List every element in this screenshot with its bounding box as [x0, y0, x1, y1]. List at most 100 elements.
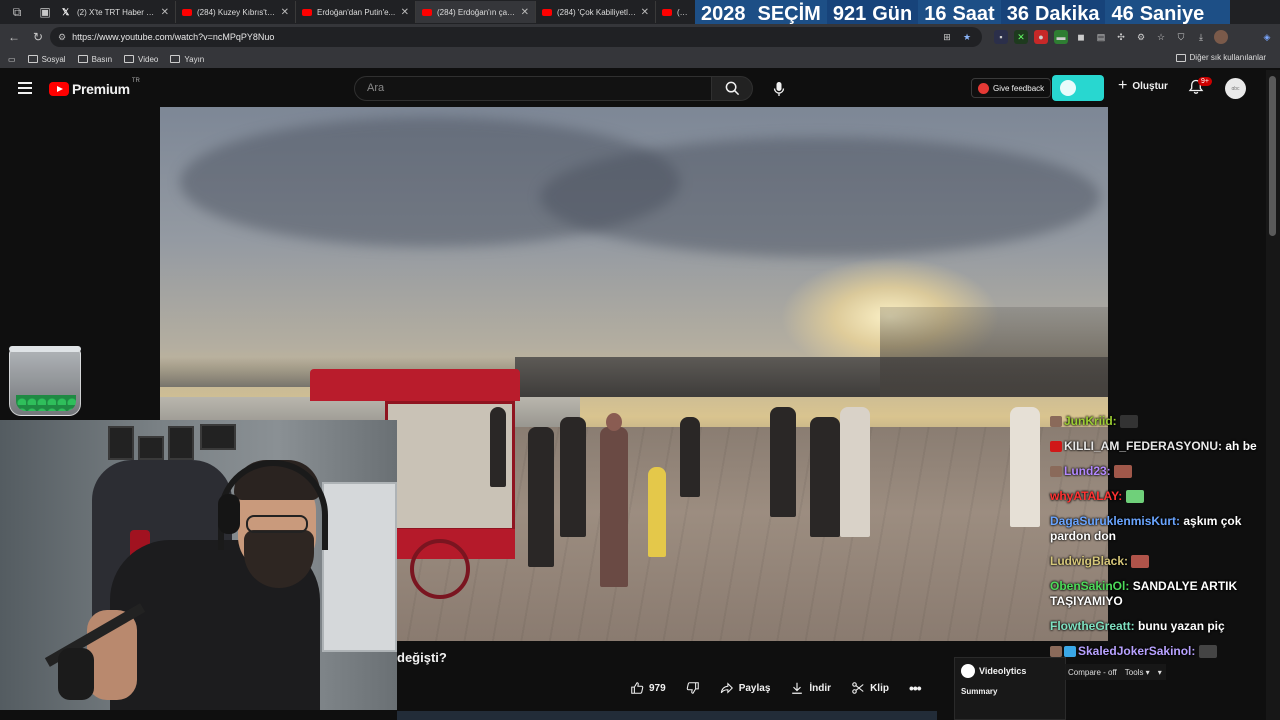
chat-emote-icon: [1120, 415, 1139, 429]
create-button[interactable]: + Oluştur: [1118, 77, 1168, 94]
workspaces-icon[interactable]: ⧉: [6, 1, 28, 23]
wall-picture-frame: [200, 424, 236, 450]
chat-message: LudwigBlack:: [1050, 554, 1270, 569]
hamburger-menu-icon[interactable]: [18, 82, 32, 94]
browser-tab[interactable]: (284) 'Çok Kabiliyetli B ✕: [536, 1, 656, 23]
bookmark-star-icon[interactable]: ★: [960, 30, 974, 44]
notification-count-badge: 9+: [1198, 77, 1212, 86]
video-scene-person: [600, 427, 628, 587]
video-scene-cloud: [540, 137, 1100, 257]
bookmark-folder[interactable]: Yayın: [170, 55, 204, 64]
videolytics-summary-tab[interactable]: Summary: [955, 678, 1065, 696]
youtube-premium-logo[interactable]: Premium TR: [49, 78, 140, 97]
extension-icon[interactable]: ◼: [1074, 30, 1088, 44]
bookmark-folder[interactable]: Basın: [77, 55, 112, 64]
extension-toggle-button[interactable]: [1052, 75, 1104, 101]
browser-tab[interactable]: (284): [656, 1, 696, 23]
extensions-puzzle-icon[interactable]: ✣: [1114, 30, 1128, 44]
video-scene-person: [560, 417, 586, 537]
back-icon[interactable]: ←: [4, 30, 24, 44]
video-scene-person: [490, 407, 506, 487]
bookmark-folder[interactable]: Video: [124, 55, 158, 64]
folder-icon: [1175, 53, 1186, 62]
youtube-icon: [302, 8, 312, 16]
youtube-icon: [662, 8, 672, 16]
download-button[interactable]: İndir: [790, 681, 831, 695]
plus-icon: +: [1118, 77, 1128, 94]
extension-icon[interactable]: ●: [1034, 30, 1048, 44]
bottom-bar: [397, 711, 937, 720]
chat-username: FlowtheGreatt:: [1050, 619, 1135, 633]
more-actions-button[interactable]: •••: [909, 680, 922, 696]
countdown-days-value: 921: [832, 3, 867, 25]
share-button[interactable]: Paylaş: [720, 681, 770, 695]
extension-icon[interactable]: ▪: [994, 30, 1008, 44]
clip-button[interactable]: Klip: [851, 681, 889, 695]
bookmark-toggle-icon[interactable]: ▭: [8, 55, 16, 64]
close-icon[interactable]: ✕: [161, 7, 169, 18]
extension-icon[interactable]: ▤: [1094, 30, 1108, 44]
translate-icon[interactable]: ⊞: [940, 30, 954, 44]
browser-tab[interactable]: (284) Kuzey Kıbrıs'ta sı ✕: [176, 1, 296, 23]
other-bookmarks[interactable]: Diğer sık kullanılanlar: [1175, 53, 1266, 62]
give-feedback-button[interactable]: Give feedback: [971, 78, 1052, 98]
video-scene-bridge-railing: [880, 307, 1108, 397]
search-icon: [725, 81, 739, 96]
reload-icon[interactable]: ↻: [28, 30, 48, 44]
close-icon[interactable]: ✕: [401, 7, 409, 18]
video-scene-person: [528, 427, 554, 567]
chat-message: FlowtheGreatt: bunu yazan piç: [1050, 619, 1270, 634]
video-scene-person: [680, 417, 700, 497]
tab-actions-icon[interactable]: ▣: [34, 1, 56, 23]
account-avatar[interactable]: ɑbc: [1225, 78, 1246, 99]
videolytics-logo-icon: [961, 664, 975, 678]
close-icon[interactable]: ✕: [521, 7, 529, 18]
streamer-webcam: [0, 420, 397, 710]
site-info-icon[interactable]: ⚙: [58, 32, 66, 43]
youtube-header: Premium TR Ara Give feedback + Oluştur 9…: [0, 70, 1266, 107]
countdown-minutes-unit: Dakika: [1034, 3, 1100, 25]
chat-message: whyATALAY:: [1050, 489, 1270, 504]
browser-tab[interactable]: 𝕏 (2) X'te TRT Haber Canlı ✕: [56, 1, 176, 23]
extension-icon[interactable]: ⚙: [1134, 30, 1148, 44]
user-badge-icon: [1064, 646, 1076, 658]
browser-tab-active[interactable]: (284) Erdoğan'ın çay sı ✕: [416, 1, 536, 23]
downloads-icon[interactable]: ⤓: [1194, 30, 1208, 44]
copilot-icon[interactable]: ◈: [1260, 30, 1274, 44]
shield-icon[interactable]: ⛉: [1174, 30, 1188, 44]
chat-username: whyATALAY:: [1050, 489, 1123, 503]
stream-chat-overlay: JunKriid: KILLI_AM_FEDERASYONU: ah be Lu…: [1050, 414, 1270, 669]
browser-tab[interactable]: Erdoğan'dan Putin'e... ✕: [296, 1, 416, 23]
countdown-label: SEÇİM: [757, 3, 821, 25]
search-button[interactable]: [711, 76, 753, 101]
youtube-icon: [182, 8, 192, 16]
share-icon: [720, 682, 733, 694]
like-button[interactable]: 979: [630, 681, 666, 695]
user-badge-icon: [1050, 646, 1062, 658]
search-input[interactable]: Ara: [354, 76, 712, 101]
chat-emote-icon: [1131, 555, 1150, 569]
bookmark-folder[interactable]: Sosyal: [27, 55, 66, 64]
profile-avatar-icon[interactable]: [1214, 30, 1228, 44]
video-scene-person: [840, 407, 870, 537]
wall-picture-frame: [168, 426, 194, 460]
browser-toolbar: ← ↻ ⚙ https://www.youtube.com/watch?v=nc…: [0, 24, 1280, 50]
chat-message: ObenSakinOl: SANDALYE ARTIK TAŞIYAMIYO: [1050, 579, 1270, 609]
chat-message: DagaSuruklenmisKurt: aşkım çok pardon do…: [1050, 514, 1270, 544]
extension-icon[interactable]: ✕: [1014, 30, 1028, 44]
extension-icon[interactable]: ▬: [1054, 30, 1068, 44]
user-badge-icon: [1050, 466, 1062, 478]
chat-emote-icon: [1198, 645, 1217, 659]
voice-search-button[interactable]: [766, 76, 791, 101]
close-icon[interactable]: ✕: [641, 7, 649, 18]
favorites-icon[interactable]: ☆: [1154, 30, 1168, 44]
feedback-logo-icon: [978, 82, 989, 94]
chat-emote-icon: [1125, 490, 1144, 504]
chat-username: LudwigBlack:: [1050, 554, 1129, 568]
dislike-button[interactable]: [686, 681, 700, 695]
close-icon[interactable]: ✕: [281, 7, 289, 18]
scrollbar-thumb[interactable]: [1269, 76, 1276, 236]
microphone-icon: [773, 81, 784, 96]
address-bar[interactable]: ⚙ https://www.youtube.com/watch?v=ncMPqP…: [50, 27, 982, 47]
wall-picture-frame: [138, 436, 164, 460]
